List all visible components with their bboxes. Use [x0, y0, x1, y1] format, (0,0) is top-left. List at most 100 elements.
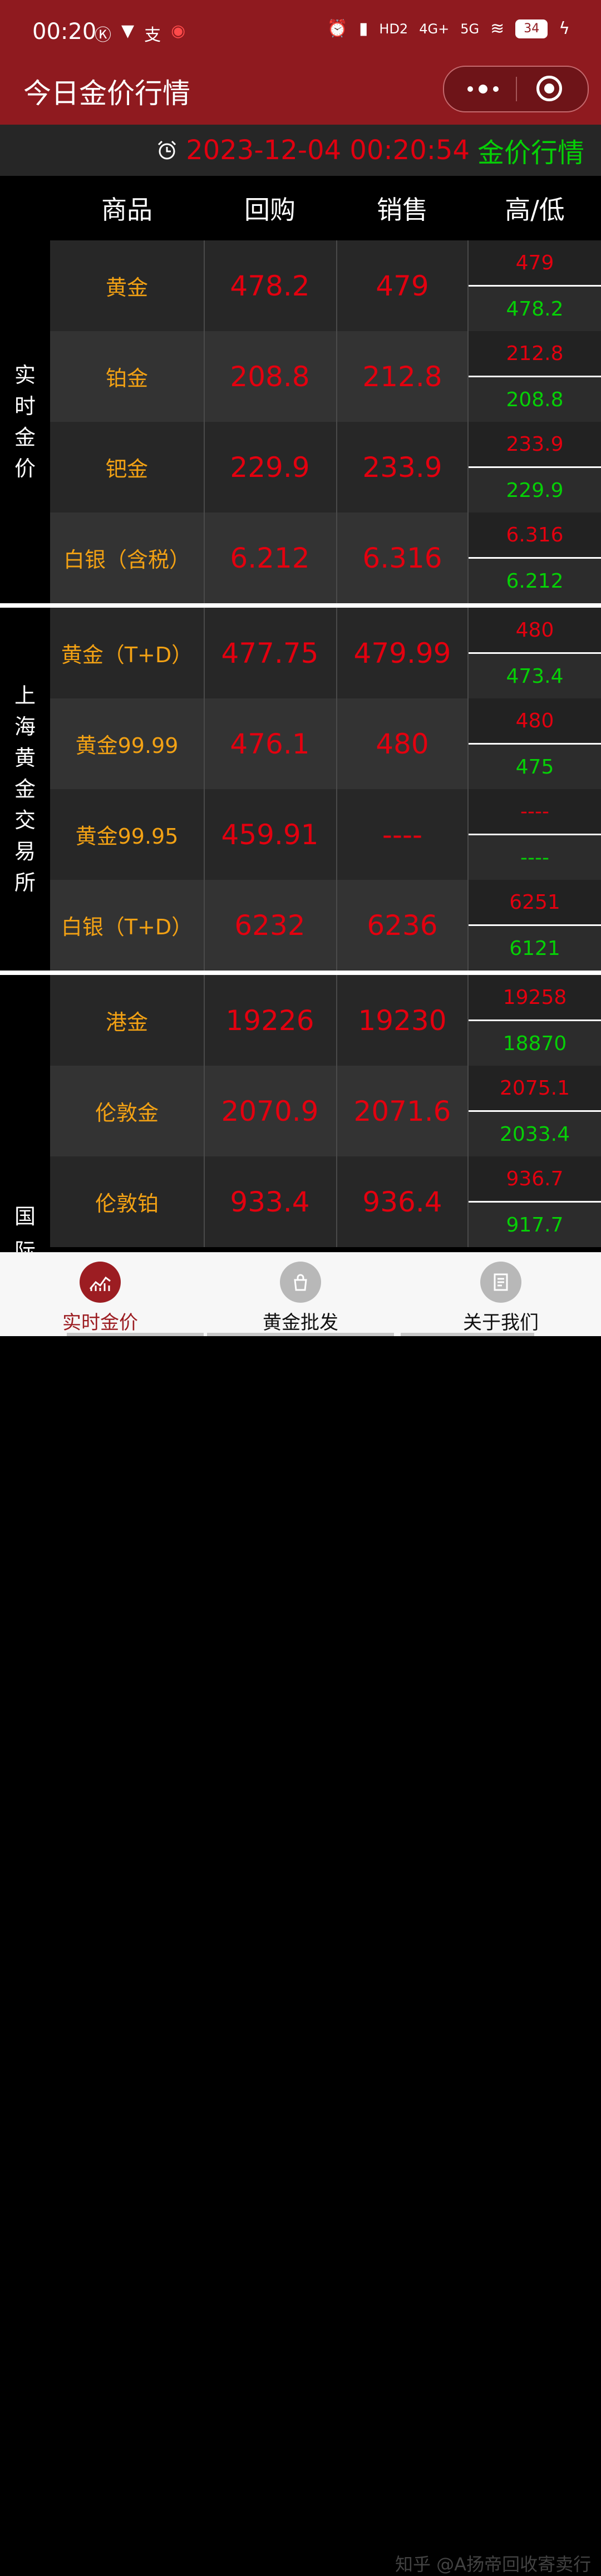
tab-gold-wholesale[interactable]: 黄金批发 [200, 1253, 401, 1336]
buy-price: 19226 [225, 1004, 314, 1037]
sell-price: 480 [376, 727, 429, 760]
high-price: 212.8 [469, 331, 601, 376]
table-row[interactable]: 白银（T+D） 6232 6236 6251 6121 [50, 880, 601, 971]
buy-price: 229.9 [230, 451, 310, 484]
hd-icon: HD2 [379, 21, 408, 37]
high-low-cell: 6.316 6.212 [469, 513, 601, 603]
buy-price: 476.1 [230, 727, 310, 760]
header-product: 商品 [101, 195, 152, 225]
table-row[interactable]: 黄金99.99 476.1 480 480 475 [50, 698, 601, 789]
buy-price: 477.75 [221, 637, 319, 669]
sell-price: 6.316 [362, 541, 442, 574]
chart-icon [80, 1262, 121, 1303]
notification-icons: Ⓚ ▼ 支 ◉ [95, 21, 185, 46]
product-name: 白银（含税） [63, 548, 190, 572]
sell-price: 233.9 [362, 451, 442, 484]
product-name: 伦敦铂 [95, 1191, 159, 1216]
table-row[interactable]: 伦敦铂 933.4 936.4 936.7 917.7 [50, 1156, 601, 1247]
alarm-status-icon: ⏰ [327, 19, 348, 38]
table-row[interactable]: 铂金 208.8 212.8 212.8 208.8 [50, 331, 601, 422]
capsule-divider [516, 77, 517, 101]
section-label-char: 易 [14, 839, 36, 864]
alarm-clock-icon [156, 139, 178, 161]
high-price: 2075.1 [469, 1066, 601, 1111]
section-label-char: 际 [14, 1239, 36, 1252]
high-price: 479 [469, 240, 601, 285]
sell-price: 936.4 [362, 1185, 442, 1218]
table-row[interactable]: 黄金99.95 459.91 ---- ---- ---- [50, 789, 601, 880]
tab-about-us[interactable]: 关于我们 [401, 1253, 601, 1336]
buy-price: 933.4 [230, 1185, 310, 1218]
buy-price: 6.212 [230, 541, 310, 574]
alipay-icon: 支 [144, 26, 161, 45]
status-right-icons: ⏰ ▮ HD2 4G+ 5G ≋ 34 ϟ [327, 19, 570, 38]
table-row[interactable]: 黄金（T+D） 477.75 479.99 480 473.4 [50, 608, 601, 698]
low-price: 18870 [469, 1021, 601, 1066]
close-target-icon[interactable] [536, 76, 562, 101]
buy-price: 478.2 [230, 269, 310, 302]
sell-price: 479.99 [353, 637, 451, 669]
network-5g-icon: 5G [460, 21, 480, 37]
header-high-low: 高/低 [505, 195, 565, 225]
product-name: 白银（T+D） [61, 915, 193, 939]
wifi-icon: ≋ [490, 19, 505, 38]
k-app-icon: Ⓚ [95, 26, 111, 45]
more-dot-icon [479, 85, 487, 93]
high-price: 19258 [469, 975, 601, 1020]
network-4g-icon: 4G+ [419, 21, 450, 37]
weibo-icon: ◉ [171, 21, 186, 41]
more-dot-icon [467, 86, 473, 92]
sell-price: ---- [382, 818, 423, 851]
timestamp-bar: 2023-12-04 00:20:54 金价行情 [0, 125, 601, 176]
high-low-cell: 6251 6121 [469, 880, 601, 971]
section-label: 实 时 金 价 [0, 240, 50, 603]
tab-label: 关于我们 [463, 1312, 539, 1334]
more-button[interactable] [461, 67, 505, 111]
table-row[interactable]: 黄金 478.2 479 479 478.2 [50, 240, 601, 331]
tab-label: 黄金批发 [263, 1312, 338, 1334]
more-dot-icon [493, 86, 499, 92]
tab-realtime-price[interactable]: 实时金价 [0, 1253, 204, 1336]
section-label-char: 国 [14, 1204, 36, 1229]
battery-icon: 34 [515, 19, 548, 38]
table-row[interactable]: 港金 19226 19230 19258 18870 [50, 975, 601, 1066]
table-row[interactable]: 伦敦金 2070.9 2071.6 2075.1 2033.4 [50, 1066, 601, 1156]
low-price: 473.4 [469, 654, 601, 698]
buy-price: 459.91 [221, 818, 319, 851]
section-label-char: 上 [14, 683, 36, 708]
sell-price: 19230 [358, 1004, 447, 1037]
status-time: 00:20 [32, 19, 97, 45]
table-row[interactable]: 白银（含税） 6.212 6.316 6.316 6.212 [50, 513, 601, 603]
low-price: 478.2 [469, 287, 601, 331]
product-name: 钯金 [105, 457, 148, 481]
watermark: 知乎 @A扬帝回收寄卖行 [395, 2554, 592, 2575]
product-name: 港金 [105, 1010, 148, 1035]
section-sge: 上 海 黄 金 交 易 所 黄金（T+D） 477.75 479.99 480 … [0, 608, 601, 971]
high-low-cell: 479 478.2 [469, 240, 601, 331]
header-buy: 回购 [244, 195, 295, 225]
section-label-char: 黄 [14, 746, 36, 770]
section-label-char: 金 [14, 425, 36, 450]
header-sell: 销售 [377, 195, 428, 225]
high-low-cell: 480 473.4 [469, 608, 601, 698]
table-row[interactable]: 钯金 229.9 233.9 233.9 229.9 [50, 422, 601, 513]
product-name: 铂金 [105, 366, 148, 391]
charging-icon: ϟ [559, 19, 570, 38]
section-divider [0, 971, 601, 975]
high-price: 233.9 [469, 422, 601, 467]
section-label-char: 金 [14, 777, 36, 801]
update-datetime: 2023-12-04 00:20:54 [186, 135, 470, 166]
high-low-cell: 233.9 229.9 [469, 422, 601, 513]
high-low-cell: 936.7 917.7 [469, 1156, 601, 1247]
section-realtime: 实 时 金 价 黄金 478.2 479 479 478.2 铂金 208.8 … [0, 240, 601, 603]
section-label-char: 所 [14, 870, 36, 895]
sell-price: 479 [376, 269, 429, 302]
high-price: 480 [469, 698, 601, 743]
document-icon [480, 1262, 521, 1303]
low-price: 6.212 [469, 559, 601, 603]
product-name: 黄金99.95 [75, 824, 179, 849]
high-price: ---- [469, 789, 601, 834]
high-low-cell: 19258 18870 [469, 975, 601, 1066]
section-label: 国 际 [0, 975, 50, 1252]
section-label-char: 价 [14, 456, 36, 481]
